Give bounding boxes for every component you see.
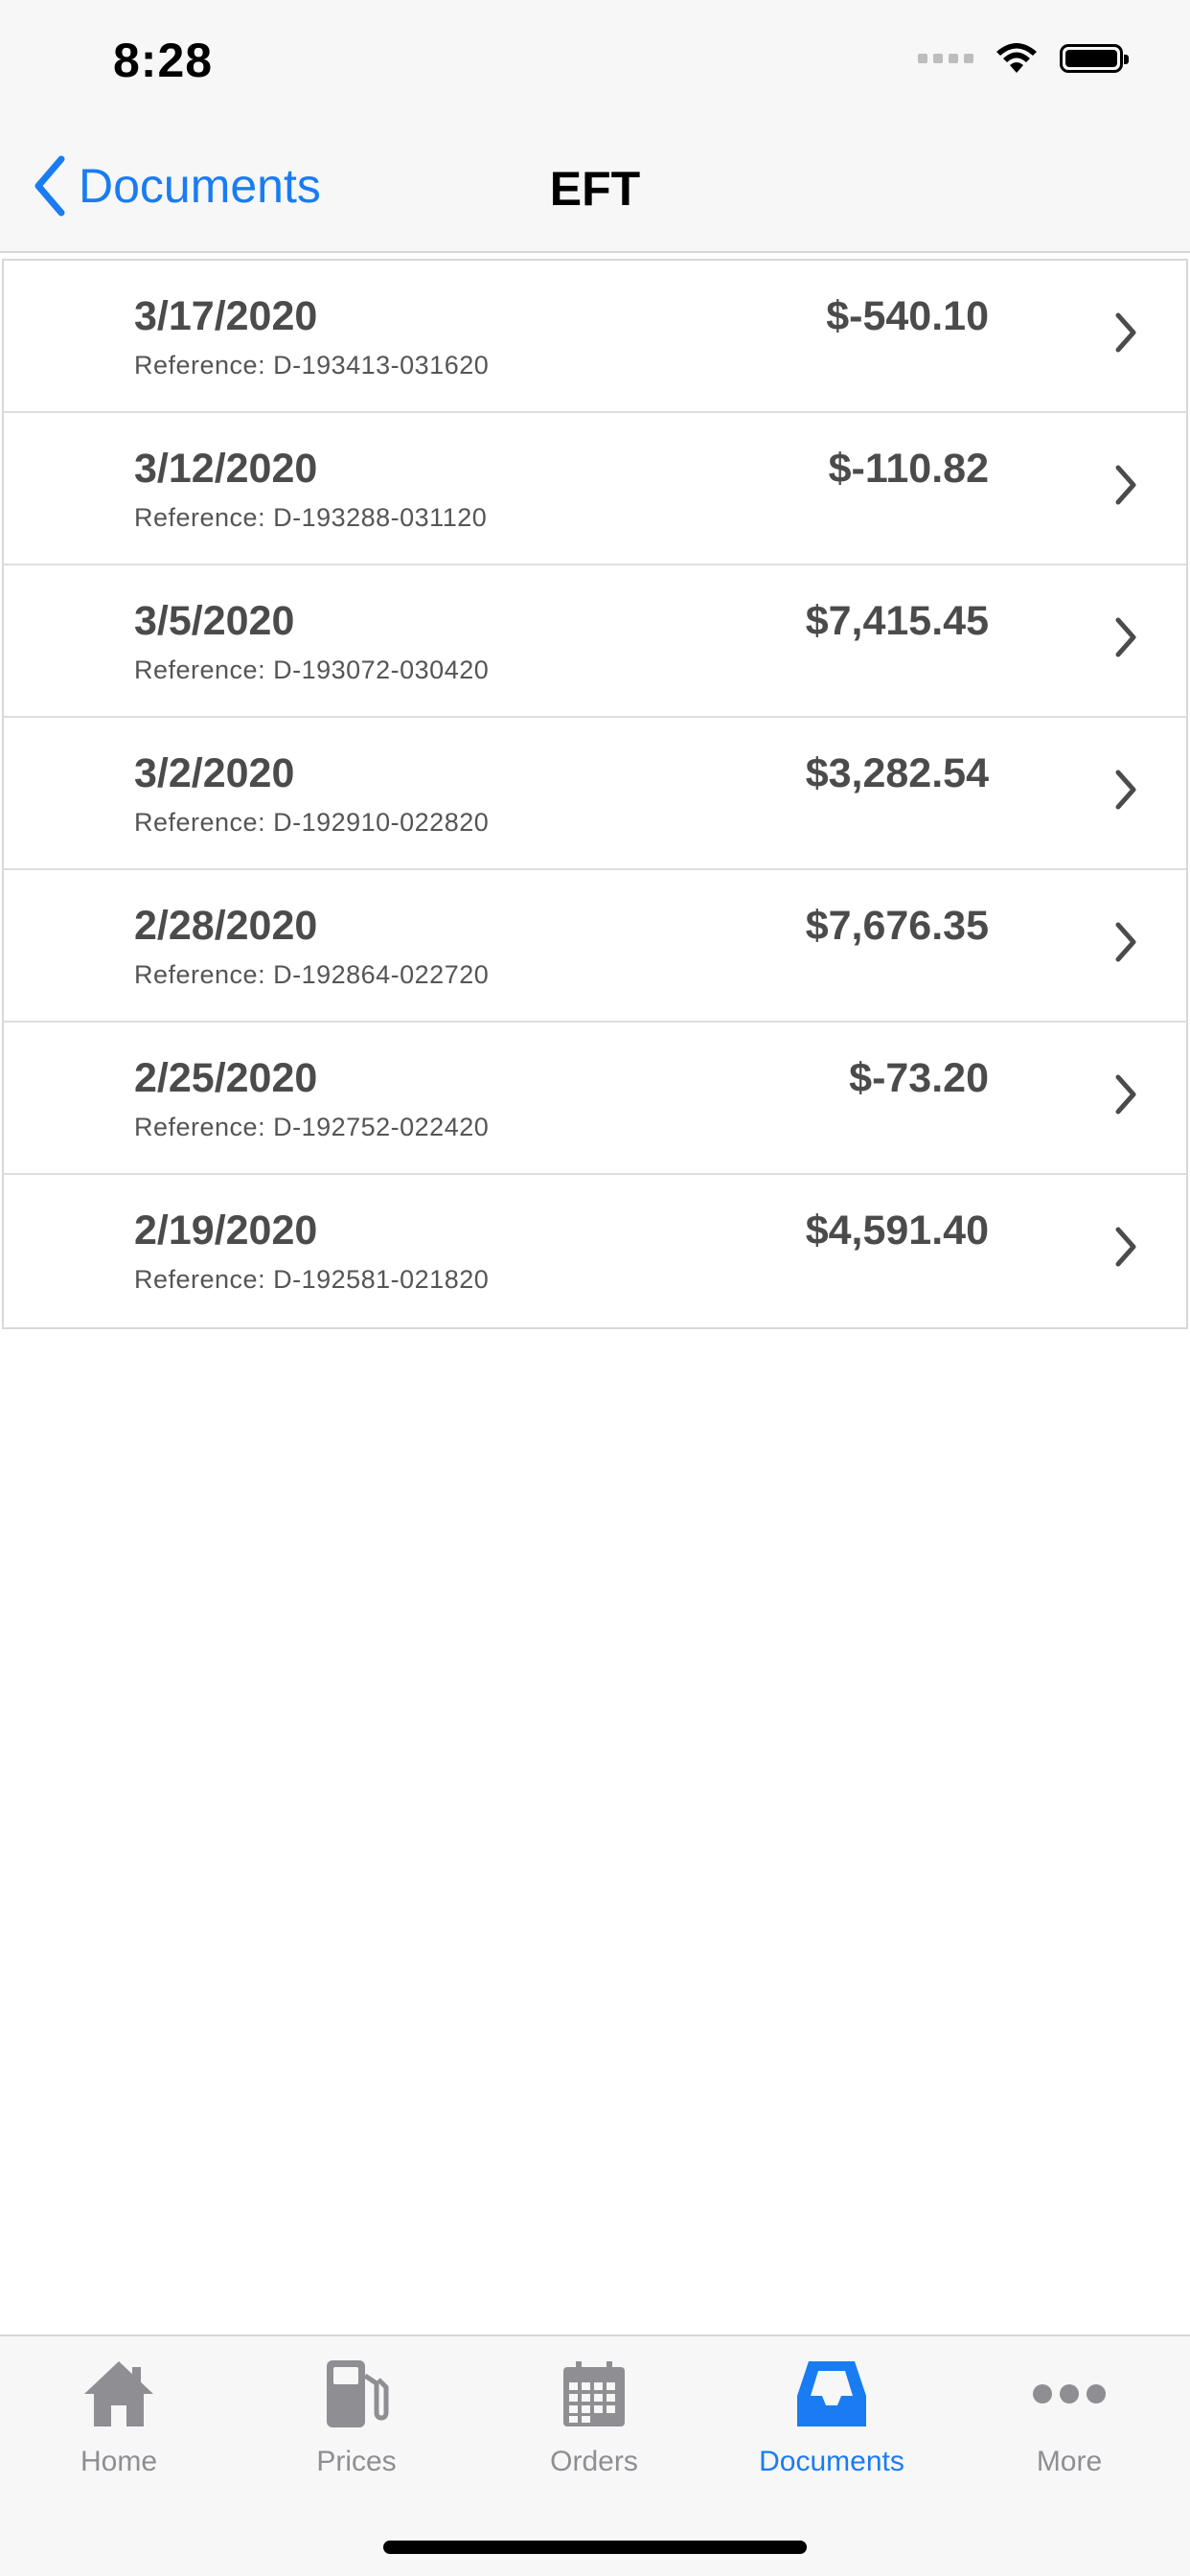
tab-label: Orders bbox=[550, 2446, 638, 2477]
cellular-signal-icon bbox=[918, 54, 973, 63]
tab-label: More bbox=[1036, 2446, 1103, 2477]
chevron-right-icon bbox=[1115, 1074, 1136, 1115]
row-date: 2/28/2020 bbox=[134, 903, 318, 949]
tab-label: Prices bbox=[316, 2446, 397, 2477]
home-indicator bbox=[383, 2541, 807, 2554]
row-amount: $7,415.45 bbox=[805, 598, 989, 644]
chevron-right-icon bbox=[1115, 312, 1136, 353]
row-date: 3/2/2020 bbox=[134, 750, 295, 796]
home-icon bbox=[84, 2361, 153, 2426]
tab-orders[interactable]: Orders bbox=[475, 2356, 713, 2499]
row-amount: $4,591.40 bbox=[805, 1208, 989, 1254]
row-amount: $-110.82 bbox=[828, 446, 989, 492]
eft-list: 3/17/2020 Reference: D-193413-031620 $-5… bbox=[2, 259, 1188, 1329]
list-item[interactable]: 2/28/2020 Reference: D-192864-022720 $7,… bbox=[4, 870, 1186, 1023]
row-date: 3/12/2020 bbox=[134, 446, 318, 492]
row-reference: Reference: D-192910-022820 bbox=[134, 808, 490, 837]
inbox-tray-icon bbox=[797, 2361, 866, 2426]
row-date: 3/5/2020 bbox=[134, 598, 295, 644]
chevron-right-icon bbox=[1115, 1227, 1136, 1267]
list-item[interactable]: 2/25/2020 Reference: D-192752-022420 $-7… bbox=[4, 1023, 1186, 1175]
list-item[interactable]: 3/12/2020 Reference: D-193288-031120 $-1… bbox=[4, 413, 1186, 565]
chevron-right-icon bbox=[1115, 770, 1136, 810]
status-time: 8:28 bbox=[113, 34, 214, 87]
tab-prices[interactable]: Prices bbox=[238, 2356, 475, 2499]
row-reference: Reference: D-192752-022420 bbox=[134, 1113, 490, 1141]
row-amount: $-73.20 bbox=[849, 1055, 989, 1101]
chevron-right-icon bbox=[1115, 617, 1136, 657]
row-date: 2/19/2020 bbox=[134, 1208, 318, 1254]
chevron-right-icon bbox=[1115, 922, 1136, 962]
tab-documents[interactable]: Documents bbox=[713, 2356, 950, 2499]
row-date: 3/17/2020 bbox=[134, 293, 318, 339]
row-reference: Reference: D-193413-031620 bbox=[134, 351, 490, 380]
list-item[interactable]: 3/2/2020 Reference: D-192910-022820 $3,2… bbox=[4, 718, 1186, 870]
list-item[interactable]: 3/17/2020 Reference: D-193413-031620 $-5… bbox=[4, 261, 1186, 413]
page-title: EFT bbox=[549, 162, 641, 216]
status-icons bbox=[918, 42, 1129, 75]
row-amount: $3,282.54 bbox=[805, 750, 989, 796]
row-reference: Reference: D-193288-031120 bbox=[134, 503, 488, 532]
row-amount: $-540.10 bbox=[826, 293, 989, 339]
status-bar: 8:28 bbox=[0, 0, 1190, 126]
row-amount: $7,676.35 bbox=[805, 903, 989, 949]
battery-icon bbox=[1060, 44, 1129, 73]
tab-label: Documents bbox=[759, 2446, 904, 2477]
row-reference: Reference: D-192864-022720 bbox=[134, 960, 490, 989]
row-reference: Reference: D-193072-030420 bbox=[134, 656, 490, 684]
more-dots-icon bbox=[1033, 2384, 1106, 2404]
wifi-icon bbox=[996, 43, 1037, 73]
row-date: 2/25/2020 bbox=[134, 1055, 318, 1101]
tab-more[interactable]: More bbox=[950, 2356, 1188, 2499]
navigation-bar: Documents EFT bbox=[0, 126, 1190, 253]
fuel-pump-icon bbox=[327, 2360, 389, 2427]
chevron-right-icon bbox=[1115, 465, 1136, 505]
list-item[interactable]: 2/19/2020 Reference: D-192581-021820 $4,… bbox=[4, 1175, 1186, 1327]
tab-label: Home bbox=[80, 2446, 158, 2477]
list-item[interactable]: 3/5/2020 Reference: D-193072-030420 $7,4… bbox=[4, 565, 1186, 718]
tab-home[interactable]: Home bbox=[0, 2356, 238, 2499]
calendar-icon bbox=[563, 2361, 625, 2426]
row-reference: Reference: D-192581-021820 bbox=[134, 1265, 490, 1294]
